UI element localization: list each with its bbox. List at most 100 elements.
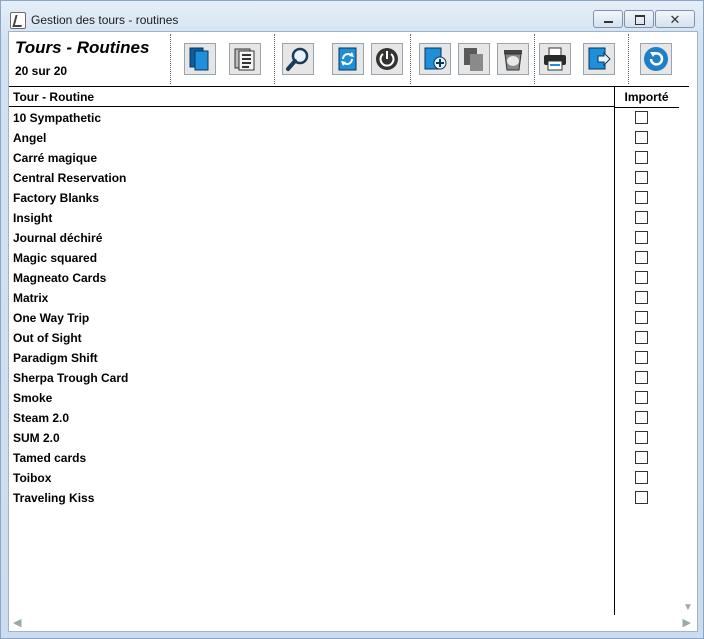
app-icon	[10, 12, 26, 29]
toolbar-separator	[410, 34, 411, 84]
toolbar-separator	[274, 34, 275, 84]
refresh-icon	[338, 47, 357, 71]
imported-checkbox[interactable]	[635, 411, 648, 424]
tour-name: Central Reservation	[13, 171, 127, 185]
printer-icon	[544, 47, 566, 71]
table-row[interactable]: Central Reservation	[9, 168, 679, 188]
tour-name: Angel	[13, 131, 47, 145]
copy-icon	[464, 48, 483, 71]
export-icon	[588, 47, 611, 70]
tour-name: 10 Sympathetic	[13, 111, 102, 125]
page-title: Tours - Routines	[15, 38, 150, 57]
imported-checkbox[interactable]	[635, 231, 648, 244]
imported-checkbox[interactable]	[635, 171, 648, 184]
list-icon	[234, 48, 255, 71]
tour-name: Traveling Kiss	[13, 491, 95, 505]
imported-checkbox[interactable]	[635, 351, 648, 364]
print-button[interactable]	[539, 43, 571, 75]
imported-checkbox[interactable]	[635, 111, 648, 124]
list-button[interactable]	[229, 43, 261, 75]
export-button[interactable]	[583, 43, 615, 75]
search-icon	[286, 47, 309, 71]
vertical-scrollbar[interactable]: ▼	[681, 87, 696, 615]
imported-checkbox[interactable]	[635, 391, 648, 404]
column-header-imported[interactable]: Importé	[614, 87, 679, 108]
table-row[interactable]: Magneato Cards	[9, 268, 679, 288]
maximize-icon	[635, 15, 645, 25]
copy-button[interactable]	[458, 43, 490, 75]
table-row[interactable]: Tamed cards	[9, 448, 679, 468]
imported-checkbox[interactable]	[635, 211, 648, 224]
table-row[interactable]: Traveling Kiss	[9, 488, 679, 508]
window-title: Gestion des tours - routines	[31, 13, 179, 27]
add-button[interactable]	[419, 43, 451, 75]
table-row[interactable]: Journal déchiré	[9, 228, 679, 248]
tour-name: Smoke	[13, 391, 53, 405]
power-button[interactable]	[371, 43, 403, 75]
scroll-left-icon[interactable]: ◀	[13, 616, 21, 629]
search-button[interactable]	[282, 43, 314, 75]
minimize-button[interactable]	[593, 10, 623, 28]
tour-name: Matrix	[13, 291, 49, 305]
record-count: 20 sur 20	[15, 64, 68, 78]
imported-checkbox[interactable]	[635, 471, 648, 484]
tour-name: Carré magique	[13, 151, 98, 165]
tour-name: Sherpa Trough Card	[13, 371, 129, 385]
imported-checkbox[interactable]	[635, 431, 648, 444]
toolbar-separator	[170, 34, 171, 84]
imported-checkbox[interactable]	[635, 331, 648, 344]
refresh-button[interactable]	[332, 43, 364, 75]
cards-icon	[189, 47, 209, 71]
table-row[interactable]: Factory Blanks	[9, 188, 679, 208]
tour-name: Factory Blanks	[13, 191, 100, 205]
imported-checkbox[interactable]	[635, 371, 648, 384]
header: Tours - Routines 20 sur 20	[9, 32, 689, 87]
imported-checkbox[interactable]	[635, 131, 648, 144]
table-row[interactable]: Sherpa Trough Card	[9, 368, 679, 388]
imported-checkbox[interactable]	[635, 151, 648, 164]
maximize-button[interactable]	[624, 10, 654, 28]
minimize-icon	[604, 21, 613, 23]
undo-button[interactable]	[640, 43, 672, 75]
table-row[interactable]: One Way Trip	[9, 308, 679, 328]
tour-name: Insight	[13, 211, 53, 225]
table-row[interactable]: Carré magique	[9, 148, 679, 168]
imported-checkbox[interactable]	[635, 491, 648, 504]
close-button[interactable]: ✕	[655, 10, 695, 28]
window: Gestion des tours - routines ✕ Tours - R…	[0, 0, 704, 639]
table-row[interactable]: Smoke	[9, 388, 679, 408]
column-header-tour[interactable]: Tour - Routine	[9, 87, 614, 107]
window-controls: ✕	[592, 10, 695, 28]
imported-checkbox[interactable]	[635, 271, 648, 284]
cards-button[interactable]	[184, 43, 216, 75]
tour-name: Out of Sight	[13, 331, 82, 345]
imported-checkbox[interactable]	[635, 251, 648, 264]
table-row[interactable]: 10 Sympathetic	[9, 108, 679, 128]
imported-checkbox[interactable]	[635, 291, 648, 304]
imported-checkbox[interactable]	[635, 311, 648, 324]
table-row[interactable]: Matrix	[9, 288, 679, 308]
close-icon: ✕	[669, 12, 681, 27]
table-row[interactable]: Insight	[9, 208, 679, 228]
table-row[interactable]: Angel	[9, 128, 679, 148]
table-row[interactable]: Steam 2.0	[9, 408, 679, 428]
table-row[interactable]: Toibox	[9, 468, 679, 488]
power-icon	[376, 48, 398, 70]
tour-name: Tamed cards	[13, 451, 87, 465]
table-row[interactable]: Out of Sight	[9, 328, 679, 348]
imported-checkbox[interactable]	[635, 451, 648, 464]
tour-name: Paradigm Shift	[13, 351, 98, 365]
table-row[interactable]: Magic squared	[9, 248, 679, 268]
table-row[interactable]: SUM 2.0	[9, 428, 679, 448]
imported-checkbox[interactable]	[635, 191, 648, 204]
title-bar[interactable]: Gestion des tours - routines ✕	[1, 1, 703, 31]
trash-icon	[504, 50, 522, 71]
tour-name: Journal déchiré	[13, 231, 103, 245]
scroll-down-icon[interactable]: ▼	[683, 602, 693, 613]
toolbar-separator	[628, 34, 629, 84]
table-row[interactable]: Paradigm Shift	[9, 348, 679, 368]
scroll-right-icon[interactable]: ▶	[683, 616, 691, 629]
tour-name: SUM 2.0	[13, 431, 60, 445]
delete-button[interactable]	[497, 43, 529, 75]
horizontal-scrollbar[interactable]: ◀ ▶	[9, 615, 697, 630]
